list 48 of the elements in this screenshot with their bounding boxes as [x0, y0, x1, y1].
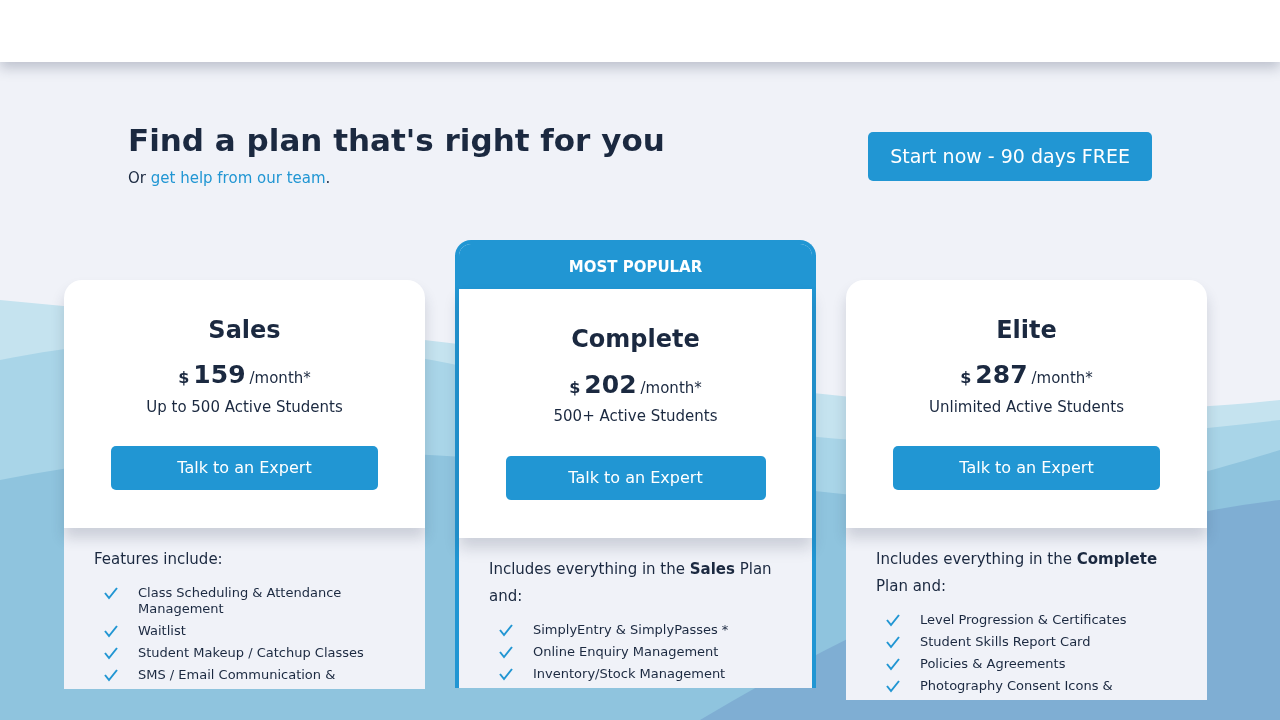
help-link[interactable]: get help from our team: [150, 169, 326, 188]
feature-item: SMS / Email Communication &: [138, 667, 336, 684]
check-icon: [499, 667, 513, 681]
plan-price: 202: [584, 369, 637, 401]
features-intro: Includes everything in the Sales Plan and:: [489, 559, 773, 607]
check-icon: [886, 657, 900, 672]
most-popular-banner: MOST POPULAR: [459, 243, 812, 290]
billing-period: /month*: [1031, 368, 1093, 390]
check-icon: [104, 668, 118, 683]
billing-period: /month*: [640, 378, 702, 399]
check-icon: [104, 624, 118, 639]
billing-period: /month*: [249, 368, 311, 390]
talk-to-expert-button[interactable]: Talk to an Expert: [505, 456, 766, 500]
plan-price: 287: [975, 359, 1028, 392]
plan-name: Elite: [995, 315, 1058, 345]
start-now-button[interactable]: Start now - 90 days FREE: [868, 132, 1152, 181]
plan-name: Sales: [207, 315, 282, 345]
feature-item: Student Makeup / Catchup Classes: [138, 645, 364, 662]
currency-symbol: $: [960, 367, 972, 390]
feature-item: Class Scheduling & Attendance Management: [138, 585, 343, 618]
student-limit: Up to 500 Active Students: [145, 397, 344, 418]
talk-to-expert-button[interactable]: Talk to an Expert: [111, 446, 378, 491]
feature-item: Waitlist: [138, 623, 186, 640]
currency-symbol: $: [569, 377, 581, 399]
feature-item: Student Skills Report Card: [920, 634, 1091, 651]
student-limit: Unlimited Active Students: [928, 397, 1125, 418]
help-text: Or get help from our team.: [128, 168, 332, 190]
feature-item: Level Progression & Certificates: [920, 612, 1127, 629]
plan-price: 159: [193, 359, 246, 392]
check-icon: [886, 635, 900, 650]
feature-item: SimplyEntry & SimplyPasses *: [533, 622, 729, 638]
features-intro: Features include:: [94, 549, 224, 571]
check-icon: [886, 679, 900, 694]
feature-item: Online Enquiry Management: [533, 644, 719, 660]
student-limit: 500+ Active Students: [552, 406, 719, 428]
features-intro: Includes everything in the Complete Plan and:: [876, 549, 1159, 598]
check-icon: [104, 646, 118, 661]
page-heading: Find a plan that's right for you: [128, 122, 665, 160]
check-icon: [499, 645, 513, 659]
check-icon: [886, 613, 900, 628]
currency-symbol: $: [178, 367, 190, 390]
check-icon: [104, 586, 118, 601]
plan-name: Complete: [570, 325, 701, 354]
check-icon: [499, 623, 513, 637]
talk-to-expert-button[interactable]: Talk to an Expert: [893, 446, 1160, 491]
feature-item: Inventory/Stock Management: [533, 666, 726, 682]
feature-item: Photography Consent Icons &: [920, 678, 1113, 695]
feature-item: Policies & Agreements: [920, 656, 1066, 673]
